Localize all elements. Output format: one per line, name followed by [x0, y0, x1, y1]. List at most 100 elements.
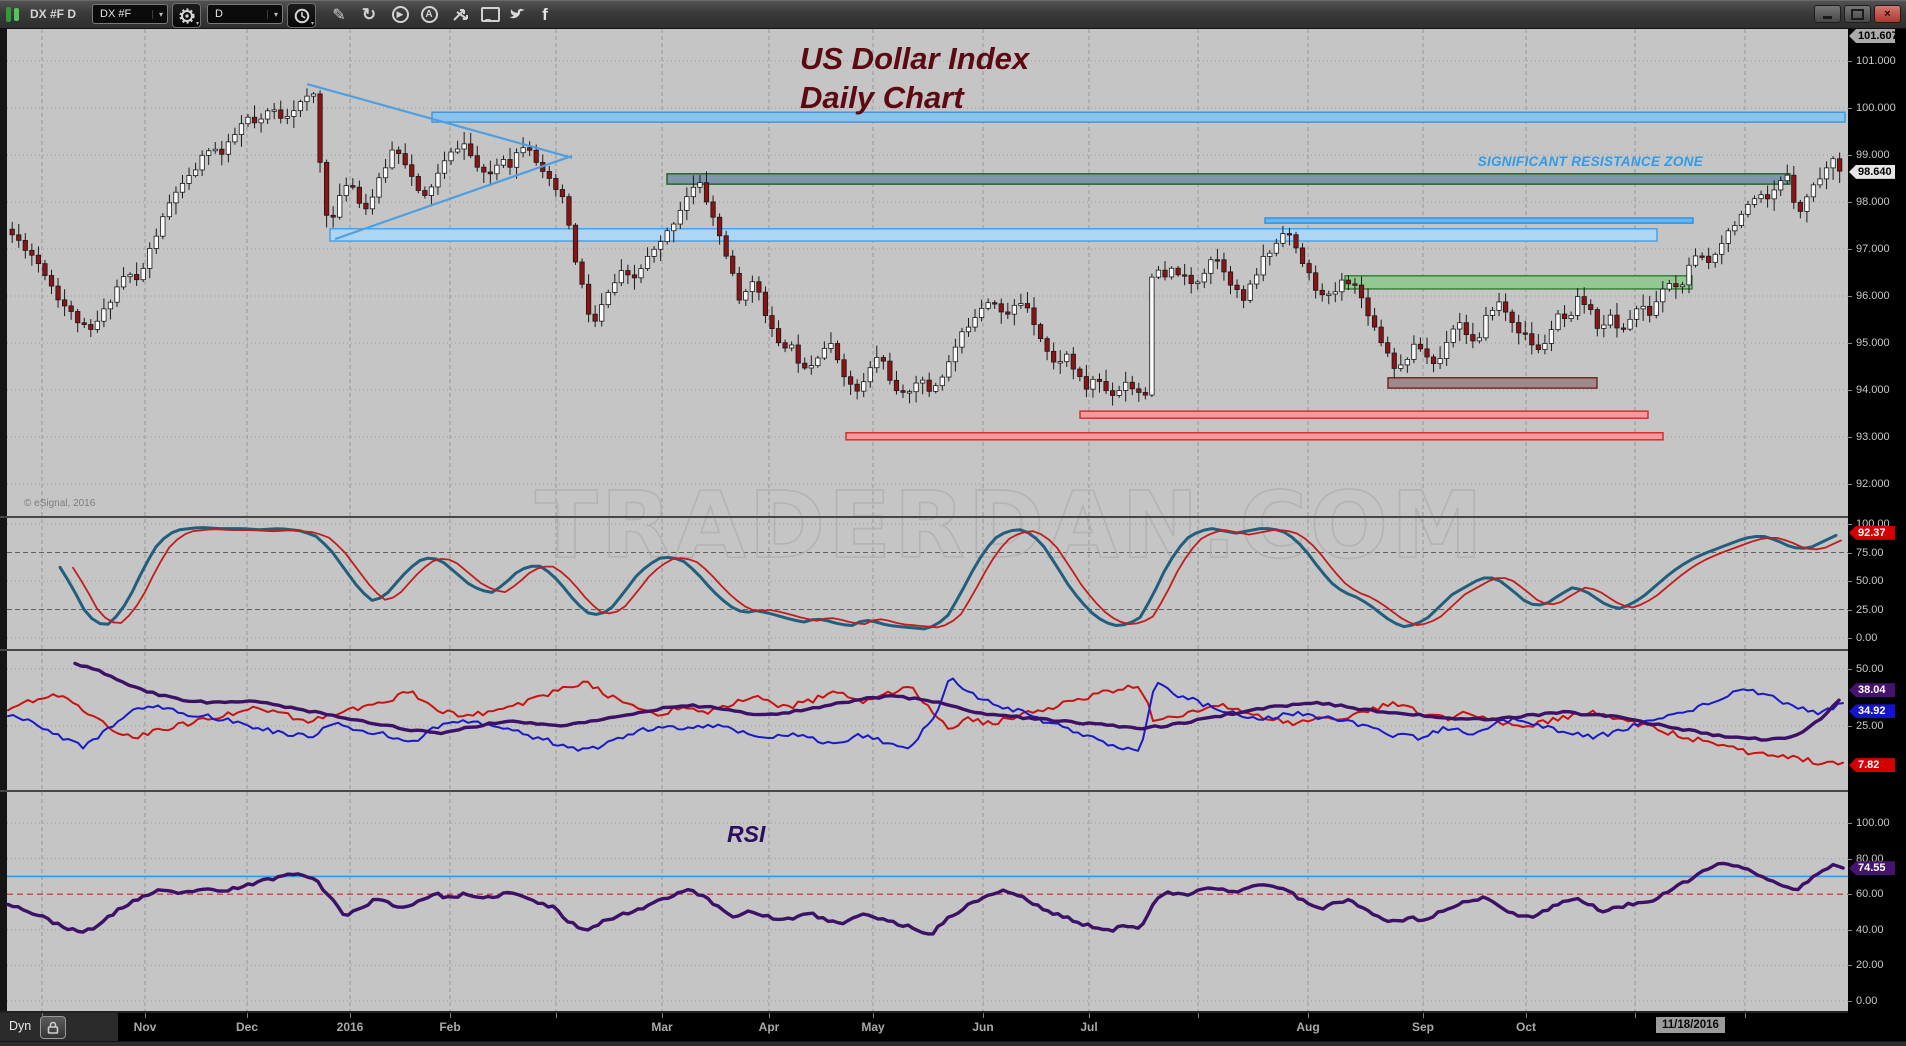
price-axis-label: 99.000 [1856, 149, 1890, 161]
axis-tick [1848, 726, 1852, 727]
axis-tick [1848, 202, 1852, 203]
date-axis-tick [1089, 1013, 1090, 1018]
rsi-axis-label: 60.00 [1856, 888, 1884, 900]
thin-blue-band-97-6 [1265, 218, 1693, 223]
axis-tick [1848, 437, 1852, 438]
price-axis-label: 93.000 [1856, 431, 1890, 443]
date-axis-tick [1526, 1013, 1527, 1018]
green-zone-96-3 [1345, 276, 1692, 289]
significant-resistance-label: SIGNIFICANT RESISTANCE ZONE [1440, 154, 1703, 169]
axis-tick [1848, 390, 1852, 391]
axis-tick [1848, 296, 1852, 297]
date-axis-tick [247, 1013, 248, 1018]
axis-tick [1848, 553, 1852, 554]
rsi-axis-label: 20.00 [1856, 959, 1884, 971]
significant-resistance-zone [667, 174, 1790, 184]
last-price-tag: 98.640 [1849, 165, 1895, 179]
date-axis-label: Jun [972, 1020, 993, 1034]
stoch-axis-label: 25.00 [1856, 604, 1884, 616]
stoch-red-tag: 92.37 [1849, 526, 1895, 540]
date-axis-label: Sep [1412, 1020, 1434, 1034]
date-axis-label: Aug [1296, 1020, 1319, 1034]
date-axis-label: Dec [236, 1020, 258, 1034]
date-axis-label: Feb [439, 1020, 460, 1034]
date-axis-tick [769, 1013, 770, 1018]
di-plus-tag: 34.92 [1849, 704, 1895, 718]
axis-tick [1848, 155, 1852, 156]
date-axis-label: 2016 [337, 1020, 364, 1034]
stoch-axis-label: 0.00 [1856, 632, 1877, 644]
date-axis-label: Mar [651, 1020, 672, 1034]
maximize-button[interactable] [1844, 5, 1871, 23]
axis-tick [1848, 524, 1852, 525]
resistance-band-100 [432, 112, 1845, 122]
chart-title-annotation: US Dollar Index Daily Chart [800, 39, 1029, 117]
axis-tick [1848, 965, 1852, 966]
date-axis-tick [1308, 1013, 1309, 1018]
price-axis-label: 97.000 [1856, 243, 1890, 255]
adx-tag: 38.04 [1849, 683, 1895, 697]
price-axis-label: 95.000 [1856, 337, 1890, 349]
price-axis-label: 94.000 [1856, 384, 1890, 396]
axis-tick [1848, 581, 1852, 582]
traderdan-watermark: TRADERDAN.COM [535, 472, 1486, 579]
support-band-97-4 [330, 229, 1657, 241]
date-axis-tick [1745, 1013, 1746, 1018]
date-axis-label: Nov [134, 1020, 157, 1034]
price-axis-label: 92.000 [1856, 478, 1890, 490]
date-axis-label: May [861, 1020, 884, 1034]
rsi-panel-label: RSI [727, 821, 765, 848]
axis-lock-button[interactable] [40, 1016, 66, 1039]
price-axis[interactable]: 101.000 100.000 99.000 98.000 97.000 96.000 95… [1848, 29, 1906, 1013]
axis-tick [1848, 484, 1852, 485]
axis-tick [1848, 1001, 1852, 1002]
date-axis-tick [450, 1013, 451, 1018]
date-axis-tick [556, 1013, 557, 1018]
date-axis-tick [1635, 1013, 1636, 1018]
rsi-axis-label: 100.00 [1856, 817, 1890, 829]
axis-tick [1848, 108, 1852, 109]
axis-tick [1848, 638, 1852, 639]
rsi-axis-label: 0.00 [1856, 995, 1877, 1007]
date-axis-tick [1423, 1013, 1424, 1018]
price-axis-label: 101.000 [1856, 55, 1896, 67]
axis-tick [1848, 859, 1852, 860]
rsi-tag: 74.55 [1849, 861, 1895, 875]
date-axis-tick [662, 1013, 663, 1018]
date-axis[interactable]: Dyn 11/18/2016 NovDec2016FebMarAprMayJun… [0, 1013, 1906, 1041]
price-axis-label: 96.000 [1856, 290, 1890, 302]
axis-tick [1848, 894, 1852, 895]
close-button[interactable]: × [1874, 5, 1901, 23]
stoch-axis-label: 50.00 [1856, 575, 1884, 587]
date-axis-tick [42, 1013, 43, 1018]
date-axis-tick [983, 1013, 984, 1018]
date-axis-tick [1198, 1013, 1199, 1018]
dmi-axis-label: 50.00 [1856, 663, 1884, 675]
red-zone-93-0 [846, 433, 1663, 440]
last-date-tag: 11/18/2016 [1656, 1017, 1725, 1033]
date-axis-tick [873, 1013, 874, 1018]
axis-tick [1848, 61, 1852, 62]
esignal-copyright: © eSignal, 2016 [24, 498, 95, 509]
date-axis-tick [145, 1013, 146, 1018]
red-zone-93-5 [1080, 411, 1648, 418]
date-axis-tick [350, 1013, 351, 1018]
axis-tick [1848, 343, 1852, 344]
axis-high-tag: 101.607 [1849, 29, 1895, 43]
price-axis-label: 98.000 [1856, 196, 1890, 208]
date-axis-label: Jul [1080, 1020, 1097, 1034]
di-minus-tag: 7.82 [1849, 758, 1895, 772]
dyn-corner: Dyn [0, 1013, 118, 1041]
rsi-axis-label: 40.00 [1856, 924, 1884, 936]
axis-tick [1848, 930, 1852, 931]
lock-icon [47, 1021, 59, 1034]
maroon-zone-94-2 [1388, 378, 1597, 388]
esignal-window: DX #F D DX #F ▾ ▾ D ▾ ▾ ✎ ↻ ▶ A [0, 0, 1906, 1046]
dyn-label: Dyn [9, 1019, 31, 1033]
window-bottom-edge [0, 1041, 1906, 1046]
stoch-axis-label: 75.00 [1856, 547, 1884, 559]
axis-tick [1848, 610, 1852, 611]
axis-tick [1848, 823, 1852, 824]
axis-tick [1848, 249, 1852, 250]
price-axis-label: 100.000 [1856, 102, 1896, 114]
